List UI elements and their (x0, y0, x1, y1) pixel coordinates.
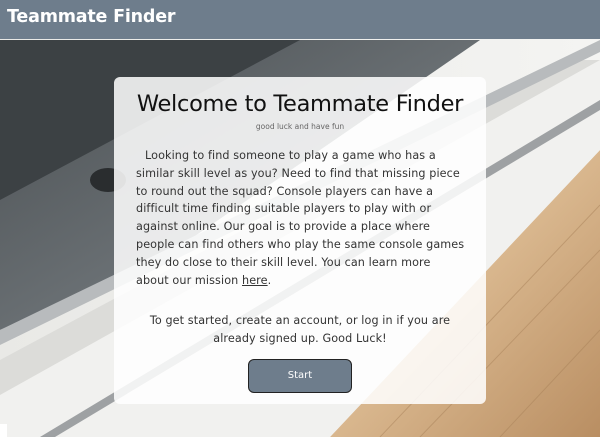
intro-text: Looking to find someone to play a game w… (136, 149, 465, 287)
page-title: Welcome to Teammate Finder (136, 91, 464, 117)
intro-paragraph: Looking to find someone to play a game w… (136, 147, 466, 289)
brand-logo-text[interactable]: Teammate Finder (7, 7, 176, 27)
welcome-card: Welcome to Teammate Finder good luck and… (114, 77, 486, 404)
start-button[interactable]: Start (248, 359, 352, 393)
call-to-action-text: To get started, create an account, or lo… (149, 314, 451, 345)
navbar: Teammate Finder (0, 0, 600, 39)
page-subtitle: good luck and have fun (255, 122, 345, 131)
mission-link[interactable]: here (242, 274, 268, 287)
intro-text-end: . (267, 273, 272, 287)
